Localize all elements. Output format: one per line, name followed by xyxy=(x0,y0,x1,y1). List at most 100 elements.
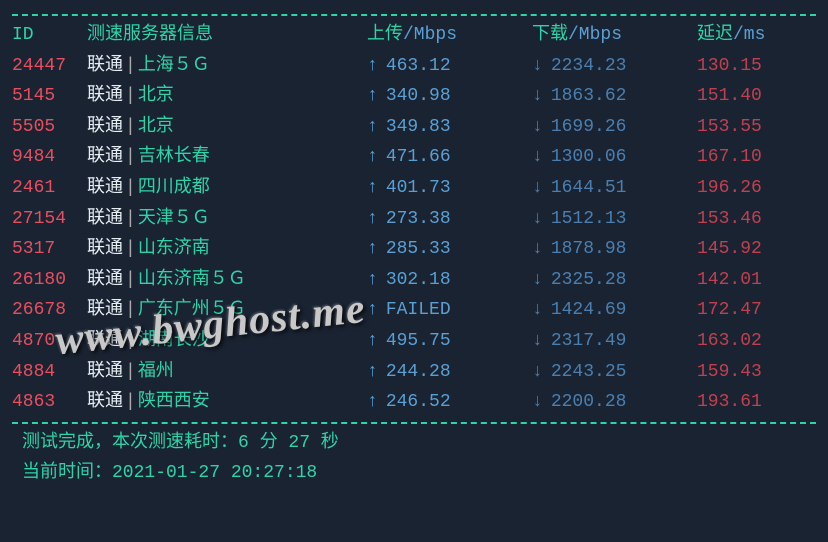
cell-isp: 联通 xyxy=(87,357,123,388)
download-value: 2325.28 xyxy=(551,265,627,296)
upload-value: 463.12 xyxy=(386,51,451,82)
latency-value: 145.92 xyxy=(697,234,762,265)
cell-server: 联通|福州 xyxy=(87,357,367,388)
cell-upload: ↑273.38 xyxy=(367,204,532,235)
pipe-icon: | xyxy=(125,265,136,296)
cell-location: 上海５Ｇ xyxy=(138,51,210,82)
cell-upload: ↑ 302.18 xyxy=(367,265,532,296)
cell-location: 陕西西安 xyxy=(138,387,210,418)
table-row: 26678联通|广东广州５Ｇ ↑ FAILED ↓ 1424.69 172.47 xyxy=(12,295,816,326)
table-row: 27154联通|天津５Ｇ↑273.38↓1512.13153.46 xyxy=(12,204,816,235)
pipe-icon: | xyxy=(125,51,136,82)
cell-server: 联通|上海５Ｇ xyxy=(87,51,367,82)
cell-location: 广东广州５Ｇ xyxy=(138,295,246,326)
arrow-up-icon: ↑ xyxy=(367,234,378,265)
upload-value: 349.83 xyxy=(386,112,451,143)
cell-location: 天津５Ｇ xyxy=(138,204,210,235)
arrow-up-icon: ↑ xyxy=(367,295,378,326)
cell-id: 24447 xyxy=(12,51,87,82)
cell-upload: ↑ 463.12 xyxy=(367,51,532,82)
cell-id: 26678 xyxy=(12,295,87,326)
cell-server: 联通|北京 xyxy=(87,81,367,112)
footer-duration: 测试完成，本次测速耗时：6 分 27 秒 xyxy=(22,428,816,459)
cell-latency: 159.43 xyxy=(697,357,816,388)
header-server: 测速服务器信息 xyxy=(87,20,367,51)
upload-value: 302.18 xyxy=(386,265,451,296)
arrow-up-icon: ↑ xyxy=(367,204,378,235)
cell-id: 4870 xyxy=(12,326,87,357)
header-row: ID 测速服务器信息 上传/Mbps 下载/Mbps 延迟/ms xyxy=(12,20,816,51)
cell-location: 北京 xyxy=(138,81,174,112)
cell-id: 27154 xyxy=(12,204,87,235)
arrow-up-icon: ↑ xyxy=(367,112,378,143)
cell-latency: 151.40 xyxy=(697,81,816,112)
pipe-icon: | xyxy=(125,295,136,326)
download-value: 1699.26 xyxy=(551,112,627,143)
arrow-down-icon: ↓ xyxy=(532,295,543,326)
cell-download: ↓1644.51 xyxy=(532,173,697,204)
cell-isp: 联通 xyxy=(87,234,123,265)
cell-id: 4884 xyxy=(12,357,87,388)
cell-upload: ↑495.75 xyxy=(367,326,532,357)
arrow-down-icon: ↓ xyxy=(532,81,543,112)
cell-latency: 167.10 xyxy=(697,142,816,173)
arrow-down-icon: ↓ xyxy=(532,234,543,265)
table-row: 5145联通|北京↑340.98↓1863.62151.40 xyxy=(12,81,816,112)
table-row: 4870联通|湖南长沙↑495.75↓2317.49163.02 xyxy=(12,326,816,357)
cell-upload: ↑ 340.98 xyxy=(367,81,532,112)
cell-download: ↓ 1424.69 xyxy=(532,295,697,326)
pipe-icon: | xyxy=(125,142,136,173)
cell-isp: 联通 xyxy=(87,204,123,235)
footer: 测试完成，本次测速耗时：6 分 27 秒 当前时间：2021-01-27 20:… xyxy=(12,428,816,489)
cell-upload: ↑285.33 xyxy=(367,234,532,265)
divider-top xyxy=(12,14,816,16)
divider-bottom xyxy=(12,422,816,424)
arrow-down-icon: ↓ xyxy=(532,204,543,235)
arrow-down-icon: ↓ xyxy=(532,142,543,173)
cell-latency: 172.47 xyxy=(697,295,816,326)
cell-isp: 联通 xyxy=(87,112,123,143)
cell-id: 5145 xyxy=(12,81,87,112)
download-value: 2243.25 xyxy=(551,357,627,388)
cell-download: ↓ 1878.98 xyxy=(532,234,697,265)
cell-upload: ↑ 349.83 xyxy=(367,112,532,143)
cell-upload: ↑246.52 xyxy=(367,387,532,418)
arrow-up-icon: ↑ xyxy=(367,265,378,296)
latency-value: 172.47 xyxy=(697,295,762,326)
table-row: 24447联通|上海５Ｇ↑463.12↓2234.23130.15 xyxy=(12,51,816,82)
latency-value: 167.10 xyxy=(697,142,762,173)
download-value: 1424.69 xyxy=(551,295,627,326)
latency-value: 153.55 xyxy=(697,112,762,143)
cell-location: 四川成都 xyxy=(138,173,210,204)
upload-value: FAILED xyxy=(386,295,451,326)
arrow-up-icon: ↑ xyxy=(367,81,378,112)
arrow-up-icon: ↑ xyxy=(367,51,378,82)
arrow-down-icon: ↓ xyxy=(532,357,543,388)
arrow-up-icon: ↑ xyxy=(367,142,378,173)
cell-location: 山东济南 xyxy=(138,234,210,265)
cell-location: 福州 xyxy=(138,357,174,388)
cell-latency: 196.26 xyxy=(697,173,816,204)
cell-id: 2461 xyxy=(12,173,87,204)
upload-value: 340.98 xyxy=(386,81,451,112)
cell-isp: 联通 xyxy=(87,295,123,326)
table-row: 4863联通|陕西西安↑246.52↓2200.28193.61 xyxy=(12,387,816,418)
download-value: 2317.49 xyxy=(551,326,627,357)
cell-isp: 联通 xyxy=(87,51,123,82)
arrow-up-icon: ↑ xyxy=(367,357,378,388)
cell-latency: 145.92 xyxy=(697,234,816,265)
download-value: 2200.28 xyxy=(551,387,627,418)
header-download: 下载/Mbps xyxy=(532,20,697,51)
cell-download: ↓ 2243.25 xyxy=(532,357,697,388)
latency-value: 130.15 xyxy=(697,51,762,82)
pipe-icon: | xyxy=(125,234,136,265)
download-value: 1878.98 xyxy=(551,234,627,265)
latency-value: 163.02 xyxy=(697,326,762,357)
cell-id: 5317 xyxy=(12,234,87,265)
cell-download: ↓1300.06 xyxy=(532,142,697,173)
cell-id: 4863 xyxy=(12,387,87,418)
cell-upload: ↑401.73 xyxy=(367,173,532,204)
arrow-up-icon: ↑ xyxy=(367,173,378,204)
table-row: 9484联通|吉林长春↑471.66↓1300.06167.10 xyxy=(12,142,816,173)
cell-upload: ↑ FAILED xyxy=(367,295,532,326)
